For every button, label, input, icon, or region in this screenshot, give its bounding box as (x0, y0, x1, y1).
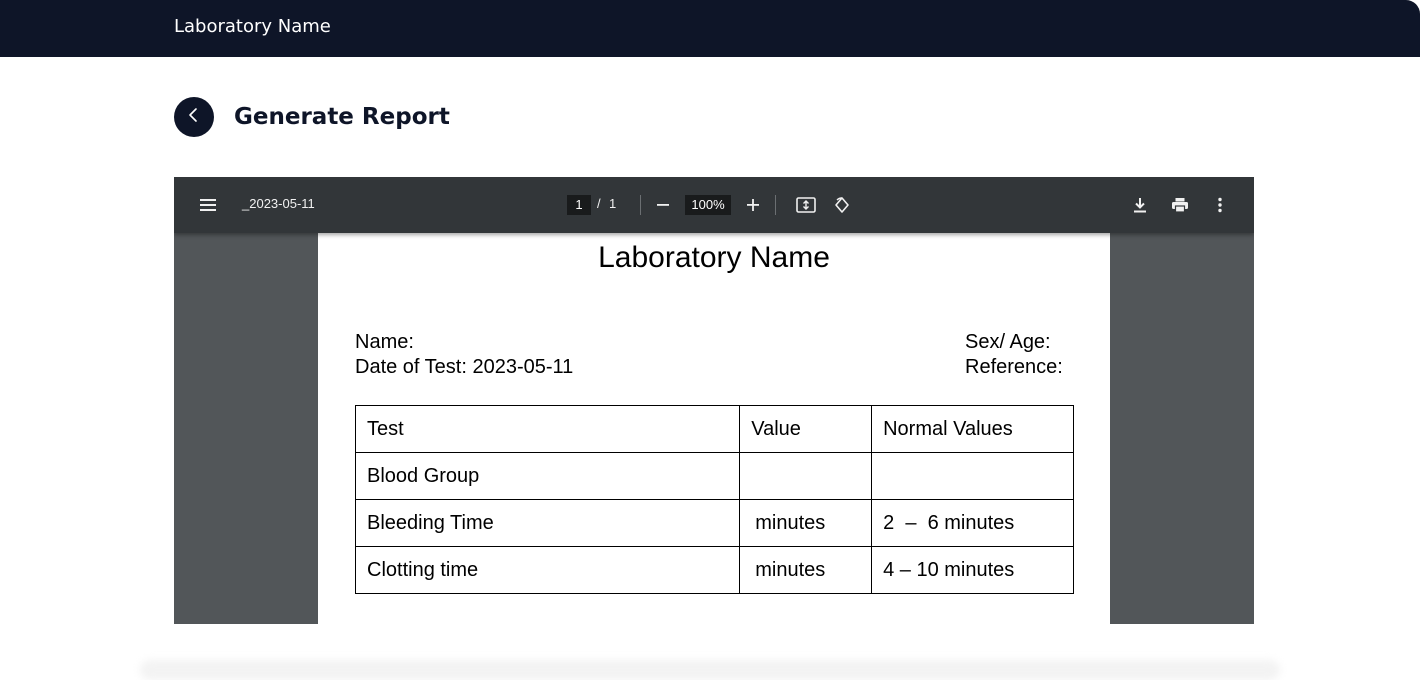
test-cell: Clotting time (354, 546, 741, 594)
test-cell: Bleeding Time (354, 499, 741, 547)
page-separator: / (597, 196, 601, 211)
download-icon[interactable] (1128, 193, 1152, 217)
normal-cell: 4 – 10 minutes (871, 546, 1074, 594)
current-page-input[interactable]: 1 (567, 195, 591, 215)
print-icon[interactable] (1168, 193, 1192, 217)
pdf-toolbar: _2023-05-11 1 / 1 100% (174, 177, 1254, 233)
total-pages: 1 (609, 196, 617, 211)
toolbar-divider (775, 195, 776, 215)
chevron-left-icon (187, 107, 201, 127)
name-label: Name: (355, 331, 414, 353)
value-cell (739, 452, 873, 500)
zoom-in-icon[interactable] (741, 193, 765, 217)
more-vertical-icon[interactable] (1208, 193, 1232, 217)
hamburger-menu-icon[interactable] (196, 193, 220, 217)
page-title: Generate Report (234, 104, 450, 130)
column-header: Normal Values (871, 405, 1074, 453)
rotate-icon[interactable] (830, 193, 854, 217)
patient-info-right: Sex/ Age: Reference: (965, 330, 1063, 380)
normal-cell (871, 452, 1074, 500)
patient-info-left: Name: Date of Test: 2023-05-11 (355, 330, 573, 380)
top-navbar: Laboratory Name (0, 0, 1420, 57)
fit-to-page-icon[interactable] (794, 193, 818, 217)
table-row: Bleeding Time minutes 2 – 6 minutes (354, 499, 1074, 547)
pdf-viewer[interactable]: _2023-05-11 1 / 1 100% Laboratory Name N… (174, 177, 1254, 624)
column-header: Value (739, 405, 873, 453)
table-row: Clotting time minutes 4 – 10 minutes (354, 546, 1074, 594)
value-cell: minutes (739, 499, 873, 547)
pdf-page: Laboratory Name Name: Date of Test: 2023… (318, 233, 1110, 624)
document-title: _2023-05-11 (242, 196, 315, 211)
zoom-level-input[interactable]: 100% (685, 195, 731, 215)
sex-age-label: Sex/ Age: (965, 331, 1051, 353)
zoom-out-icon[interactable] (651, 193, 675, 217)
brand-name[interactable]: Laboratory Name (174, 16, 331, 37)
normal-cell: 2 – 6 minutes (871, 499, 1074, 547)
back-button[interactable] (174, 97, 214, 137)
toolbar-divider (640, 195, 641, 215)
value-cell: minutes (739, 546, 873, 594)
table-row: Blood Group (354, 452, 1074, 500)
report-lab-name: Laboratory Name (598, 241, 830, 274)
reference-label: Reference: (965, 356, 1063, 378)
date-of-test: Date of Test: 2023-05-11 (355, 356, 574, 378)
footer-shadow (140, 660, 1280, 680)
page-header: Generate Report (174, 97, 450, 137)
column-header: Test (354, 405, 741, 453)
table-header-row: Test Value Normal Values (354, 405, 1074, 453)
test-cell: Blood Group (354, 452, 741, 500)
results-table: Test Value Normal Values Blood Group Ble… (354, 405, 1074, 594)
